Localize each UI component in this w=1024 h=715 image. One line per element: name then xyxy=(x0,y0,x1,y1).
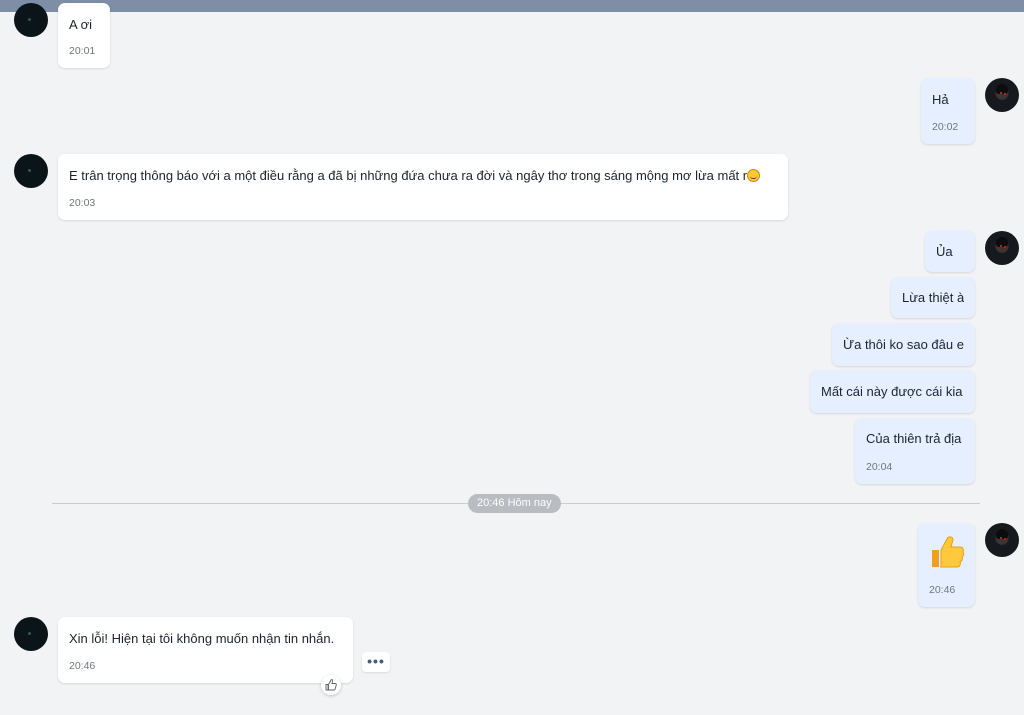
message-time: 20:46 xyxy=(929,584,956,596)
message-text: Mất cái này được cái kia xyxy=(821,384,963,399)
react-button[interactable] xyxy=(321,675,341,695)
message-text: Ừa thôi ko sao đâu e xyxy=(843,337,964,352)
message-text: Lừa thiệt à xyxy=(902,290,964,305)
message-bubble[interactable]: Ừa thôi ko sao đâu e xyxy=(832,323,975,366)
date-divider-label: 20:46 Hôm nay xyxy=(468,494,561,513)
message-bubble[interactable]: E trân trọng thông báo với a một điều rằ… xyxy=(58,154,788,220)
message-text: Hả xyxy=(932,92,949,107)
thumbs-up-outline-icon xyxy=(325,679,337,691)
slightly-smiling-face-icon xyxy=(747,169,761,182)
message-time: 20:46 xyxy=(69,660,96,672)
message-bubble[interactable]: Ủa xyxy=(925,231,975,272)
message-bubble[interactable]: Của thiên trả địa 20:04 xyxy=(855,418,975,484)
message-time: 20:02 xyxy=(932,121,959,133)
thumbs-up-emoji-icon xyxy=(932,536,965,568)
contact-avatar[interactable] xyxy=(14,617,48,651)
message-text: Xin lỗi! Hiện tại tôi không muốn nhận ti… xyxy=(69,631,335,646)
message-text: E trân trọng thông báo với a một điều rằ… xyxy=(69,168,748,183)
contact-avatar[interactable] xyxy=(14,3,48,37)
message-time: 20:03 xyxy=(69,197,96,209)
message-bubble[interactable]: Mất cái này được cái kia xyxy=(810,370,975,413)
message-bubble[interactable]: Hả 20:02 xyxy=(921,78,975,144)
message-text: A ơi xyxy=(69,17,92,32)
message-text: Ủa xyxy=(936,244,953,259)
user-avatar[interactable] xyxy=(985,523,1019,557)
message-bubble[interactable]: 20:46 xyxy=(918,523,975,607)
more-options-icon[interactable]: ••• xyxy=(362,652,390,672)
message-text: Của thiên trả địa xyxy=(866,431,962,446)
top-bar xyxy=(0,0,1024,12)
message-bubble[interactable]: Lừa thiệt à xyxy=(891,277,975,318)
user-avatar[interactable] xyxy=(985,78,1019,112)
message-bubble[interactable]: Xin lỗi! Hiện tại tôi không muốn nhận ti… xyxy=(58,617,353,683)
contact-avatar[interactable] xyxy=(14,154,48,188)
user-avatar[interactable] xyxy=(985,231,1019,265)
message-time: 20:01 xyxy=(69,45,96,57)
message-time: 20:04 xyxy=(866,461,893,473)
message-bubble[interactable]: A ơi 20:01 xyxy=(58,3,110,68)
